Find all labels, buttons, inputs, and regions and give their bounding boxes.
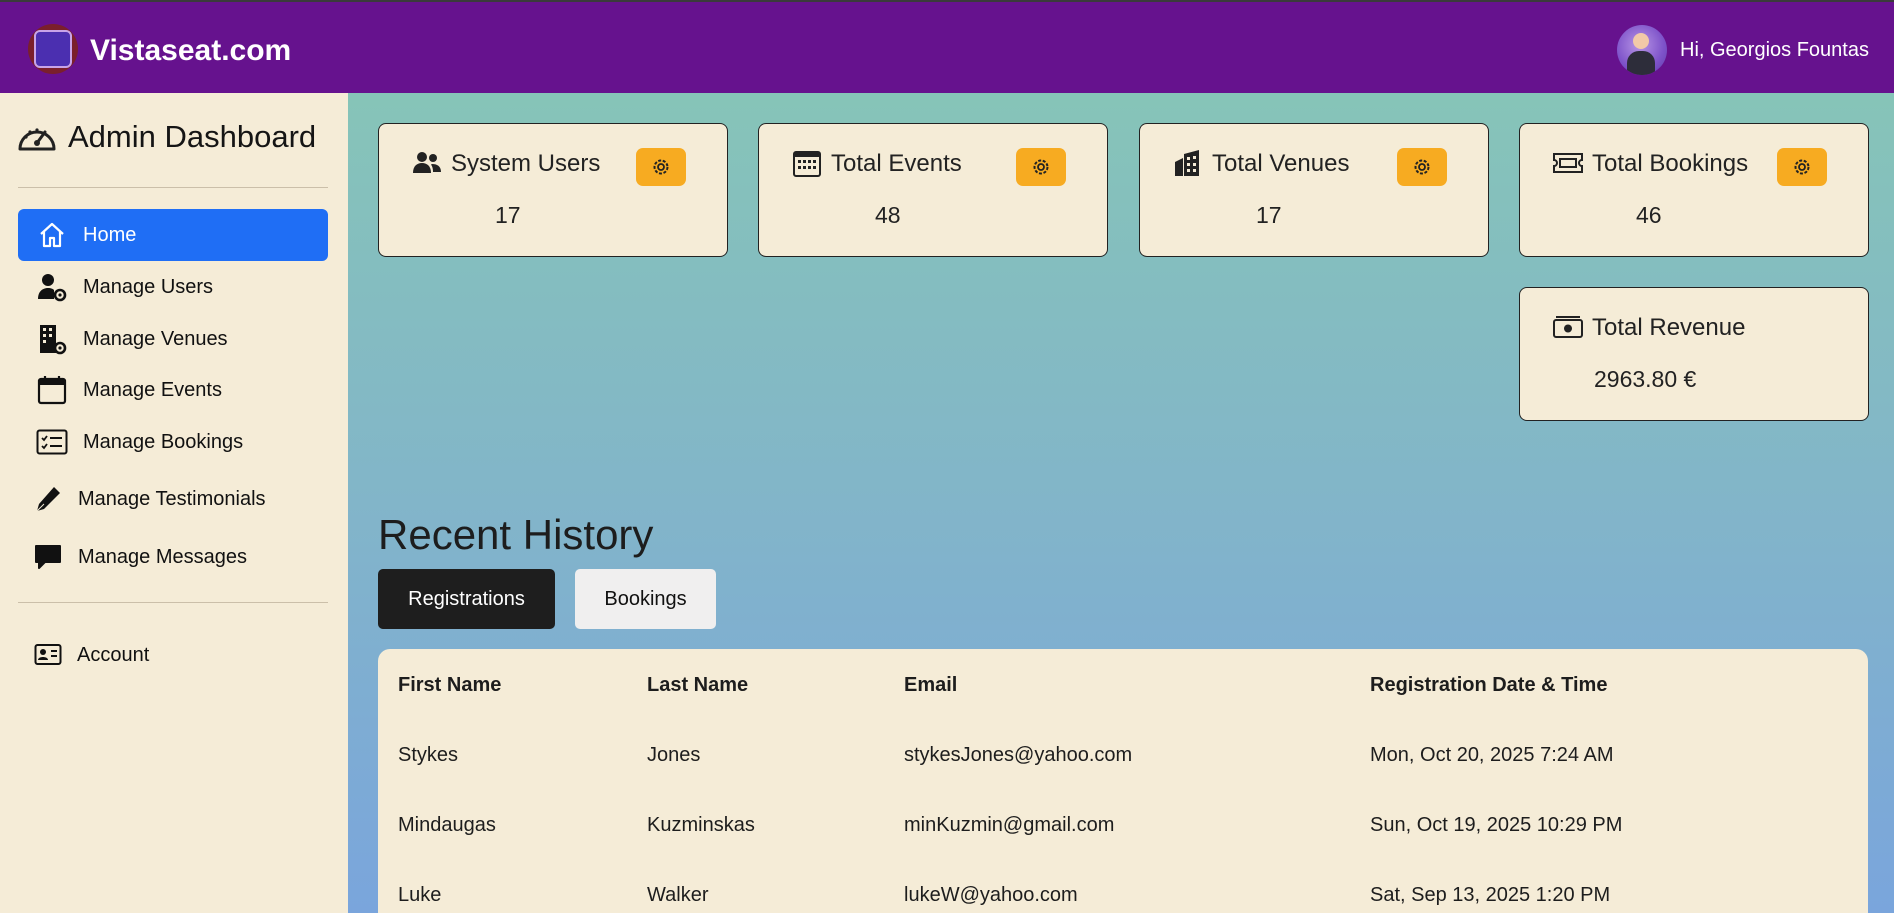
stat-card-total-events: Total Events 48 — [758, 123, 1108, 257]
sidebar-item-label: Account — [77, 644, 150, 666]
table-cell: stykesJones@yahoo.com — [904, 744, 1133, 766]
sidebar-item-label: Home — [83, 224, 137, 246]
stat-value: 2963.80 € — [1594, 366, 1697, 392]
tab-bookings[interactable]: Bookings — [575, 569, 716, 629]
sidebar-item-label: Manage Venues — [83, 328, 228, 350]
sidebar-item-label: Manage Testimonials — [78, 488, 266, 510]
stat-value: 17 — [495, 202, 521, 228]
stat-card-total-revenue: Total Revenue 2963.80 € — [1519, 287, 1869, 421]
sidebar-divider — [18, 187, 328, 188]
sidebar-item-users[interactable]: Manage Users — [18, 261, 328, 313]
sidebar-item-testimonials[interactable]: Manage Testimonials — [18, 473, 328, 525]
gear-button[interactable] — [636, 148, 686, 186]
table-cell: Walker — [647, 884, 709, 906]
gauge-icon — [18, 128, 56, 151]
stat-title: Total Bookings — [1592, 150, 1749, 177]
pen-icon — [31, 483, 65, 515]
table-cell: lukeW@yahoo.com — [904, 884, 1078, 906]
sidebar-item-account[interactable]: Account — [18, 629, 328, 681]
stat-value: 17 — [1256, 202, 1282, 228]
sidebar-item-label: Manage Bookings — [83, 431, 244, 453]
sidebar: Admin Dashboard Home Manage Users Manage… — [0, 93, 348, 913]
table-cell: Kuzminskas — [647, 814, 755, 836]
sidebar-item-bookings[interactable]: Manage Bookings — [18, 416, 328, 468]
column-header: Registration Date & Time — [1370, 674, 1608, 696]
gear-icon — [1794, 159, 1810, 175]
gear-button[interactable] — [1016, 148, 1066, 186]
user-gear-icon — [35, 271, 69, 303]
main-content: System Users 17 Total Events 48 Total Ve… — [348, 93, 1894, 913]
calendar-icon — [35, 374, 69, 406]
users-icon — [411, 148, 443, 178]
sidebar-title: Admin Dashboard — [68, 119, 317, 154]
table-cell: Luke — [398, 884, 442, 906]
column-header: Email — [904, 674, 958, 696]
stat-title: System Users — [451, 150, 601, 177]
table-cell: minKuzmin@gmail.com — [904, 814, 1115, 836]
stat-card-total-bookings: Total Bookings 46 — [1519, 123, 1869, 257]
sidebar-item-events[interactable]: Manage Events — [18, 364, 328, 416]
brand-logo[interactable] — [28, 24, 78, 74]
section-title: Recent History — [378, 511, 654, 558]
home-icon — [35, 219, 69, 251]
stat-value: 46 — [1636, 202, 1662, 228]
calendar-grid-icon — [791, 148, 823, 178]
column-header: First Name — [398, 674, 502, 696]
table-cell: Sat, Sep 13, 2025 1:20 PM — [1370, 884, 1611, 906]
table-cell: Jones — [647, 744, 701, 766]
brand-name[interactable]: Vistaseat.com — [90, 34, 291, 68]
tab-registrations[interactable]: Registrations — [378, 569, 555, 629]
gear-icon — [1033, 159, 1049, 175]
stat-title: Total Events — [831, 150, 962, 177]
stat-value: 48 — [875, 202, 901, 228]
column-header: Last Name — [647, 674, 749, 696]
gear-button[interactable] — [1777, 148, 1827, 186]
sidebar-item-label: Manage Users — [83, 276, 214, 298]
sidebar-item-home[interactable]: Home — [18, 209, 328, 261]
user-greeting[interactable]: Hi, Georgios Fountas — [1680, 39, 1869, 62]
user-avatar[interactable] — [1617, 25, 1667, 75]
gear-icon — [653, 159, 669, 175]
sidebar-item-label: Manage Messages — [78, 546, 247, 568]
ticket-icon — [1552, 148, 1584, 178]
table-cell: Stykes — [398, 744, 459, 766]
cash-icon — [1552, 312, 1584, 342]
checklist-icon — [35, 426, 69, 458]
stat-card-total-venues: Total Venues 17 — [1139, 123, 1489, 257]
stat-title: Total Revenue — [1592, 314, 1746, 341]
message-icon — [31, 541, 65, 573]
table-cell: Sun, Oct 19, 2025 10:29 PM — [1370, 814, 1623, 836]
buildings-icon — [1172, 148, 1204, 178]
sidebar-item-label: Manage Events — [83, 379, 222, 401]
top-navbar: Vistaseat.com Hi, Georgios Fountas — [0, 0, 1894, 93]
table-cell: Mon, Oct 20, 2025 7:24 AM — [1370, 744, 1614, 766]
gear-button[interactable] — [1397, 148, 1447, 186]
stat-card-system-users: System Users 17 — [378, 123, 728, 257]
building-gear-icon — [35, 323, 69, 355]
stat-title: Total Venues — [1212, 150, 1350, 177]
sidebar-divider — [18, 602, 328, 603]
history-table: First Name Last Name Email Registration … — [378, 649, 1868, 913]
sidebar-item-venues[interactable]: Manage Venues — [18, 313, 328, 365]
id-card-icon — [31, 639, 65, 671]
table-cell: Mindaugas — [398, 814, 496, 836]
sidebar-item-messages[interactable]: Manage Messages — [18, 531, 328, 583]
gear-icon — [1414, 159, 1430, 175]
